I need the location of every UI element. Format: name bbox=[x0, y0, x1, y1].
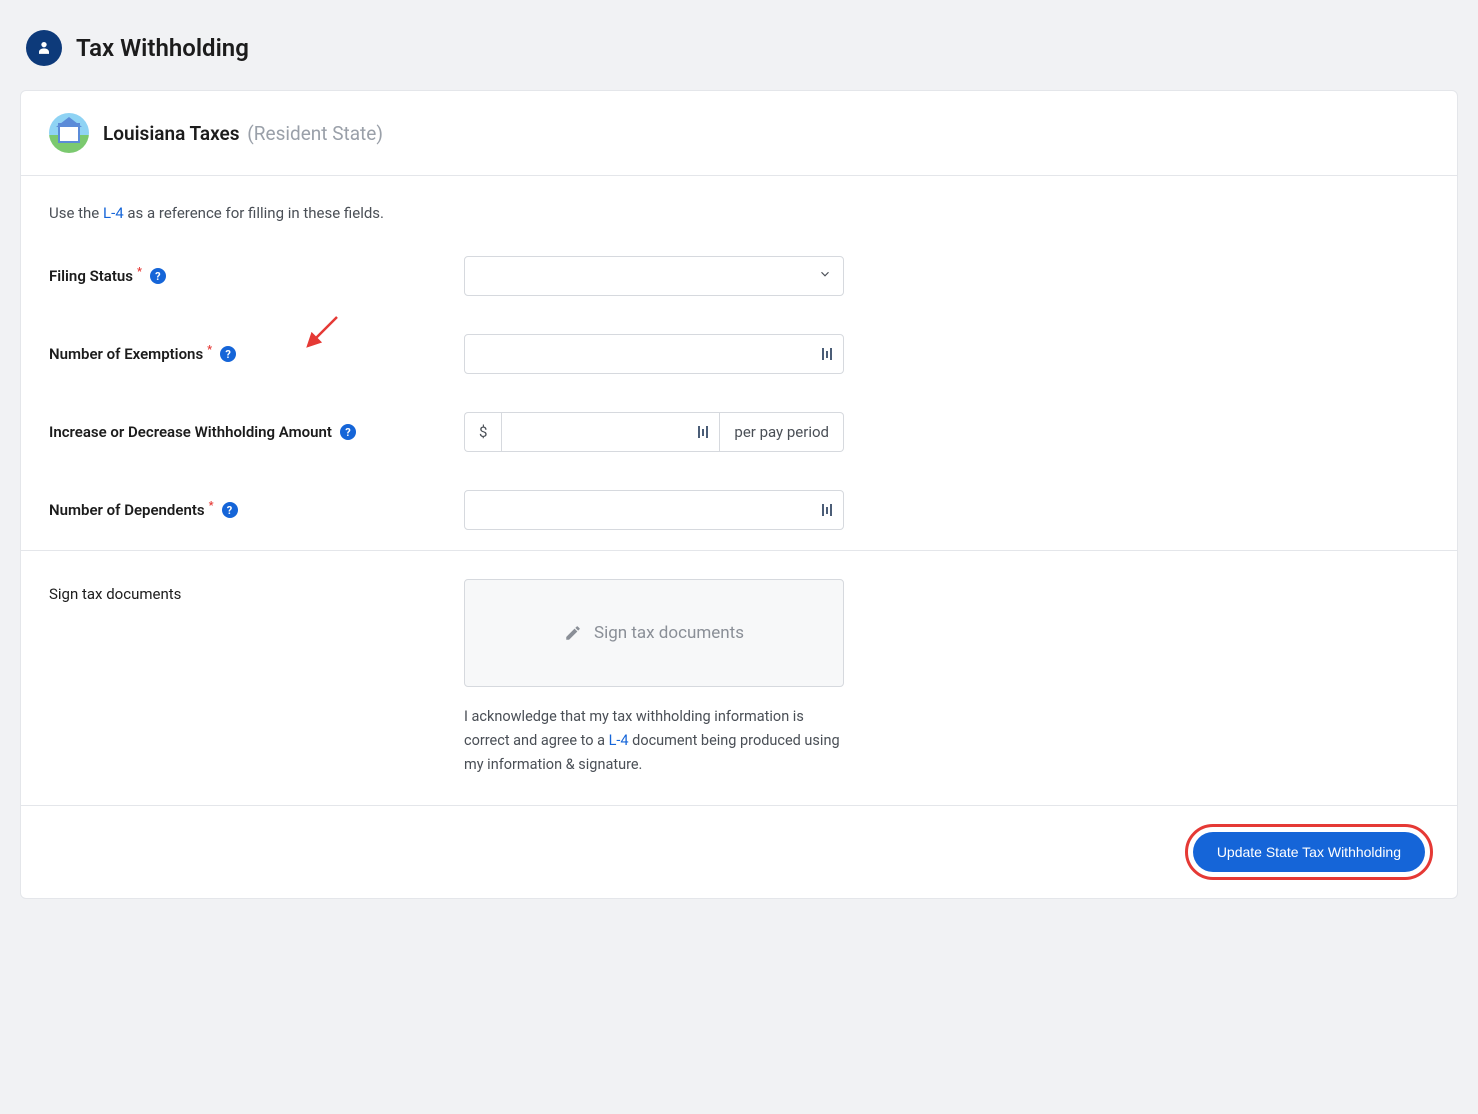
highlight-annotation: Update State Tax Withholding bbox=[1185, 824, 1433, 880]
currency-prefix: $ bbox=[464, 412, 501, 452]
password-manager-icon bbox=[822, 504, 832, 516]
card-header-text: Louisiana Taxes (Resident State) bbox=[103, 122, 383, 145]
update-state-tax-button[interactable]: Update State Tax Withholding bbox=[1193, 832, 1425, 872]
pencil-icon bbox=[564, 624, 582, 642]
l4-ack-link[interactable]: L-4 bbox=[609, 732, 629, 749]
sign-documents-label: Sign tax documents bbox=[49, 579, 464, 603]
required-indicator: * bbox=[137, 265, 142, 278]
help-icon[interactable]: ? bbox=[222, 502, 238, 518]
helper-text: Use the L-4 as a reference for filling i… bbox=[49, 204, 1429, 222]
help-icon[interactable]: ? bbox=[150, 268, 166, 284]
card-footer: Update State Tax Withholding bbox=[21, 805, 1457, 898]
acknowledgment-text: I acknowledge that my tax withholding in… bbox=[464, 705, 844, 777]
section-subtitle: (Resident State) bbox=[247, 122, 383, 145]
adjust-label-text: Increase or Decrease Withholding Amount bbox=[49, 423, 332, 441]
state-tax-card: Louisiana Taxes (Resident State) Use the… bbox=[20, 90, 1458, 899]
sign-documents-row: Sign tax documents Sign tax documents I … bbox=[49, 579, 1429, 777]
page-header: Tax Withholding bbox=[20, 20, 1458, 90]
dependents-row: Number of Dependents * ? bbox=[49, 490, 1429, 530]
house-state-icon bbox=[49, 113, 89, 153]
exemptions-input[interactable] bbox=[464, 334, 844, 374]
adjust-withholding-label: Increase or Decrease Withholding Amount … bbox=[49, 423, 464, 441]
password-manager-icon bbox=[698, 426, 708, 438]
adjust-withholding-input[interactable] bbox=[501, 412, 720, 452]
helper-suffix: as a reference for filling in these fiel… bbox=[124, 204, 384, 222]
dependents-label: Number of Dependents * ? bbox=[49, 501, 464, 519]
card-header: Louisiana Taxes (Resident State) bbox=[21, 91, 1457, 176]
sign-placeholder: Sign tax documents bbox=[594, 623, 744, 643]
helper-prefix: Use the bbox=[49, 204, 103, 222]
page-title: Tax Withholding bbox=[76, 34, 249, 62]
l4-reference-link[interactable]: L-4 bbox=[103, 204, 124, 222]
exemptions-label: Number of Exemptions * ? bbox=[49, 345, 464, 363]
exemptions-row: Number of Exemptions * ? bbox=[49, 334, 1429, 374]
period-suffix: per pay period bbox=[720, 412, 844, 452]
sign-documents-box[interactable]: Sign tax documents bbox=[464, 579, 844, 687]
help-icon[interactable]: ? bbox=[340, 424, 356, 440]
filing-status-select[interactable] bbox=[464, 256, 844, 296]
section-title: Louisiana Taxes bbox=[103, 122, 240, 145]
password-manager-icon bbox=[822, 348, 832, 360]
help-icon[interactable]: ? bbox=[220, 346, 236, 362]
required-indicator: * bbox=[209, 499, 214, 512]
exemptions-label-text: Number of Exemptions bbox=[49, 345, 203, 363]
dependents-label-text: Number of Dependents bbox=[49, 501, 205, 519]
user-circle-icon bbox=[26, 30, 62, 66]
divider bbox=[21, 550, 1457, 551]
filing-status-label-text: Filing Status bbox=[49, 267, 133, 285]
card-body: Use the L-4 as a reference for filling i… bbox=[21, 176, 1457, 805]
filing-status-label: Filing Status * ? bbox=[49, 267, 464, 285]
filing-status-row: Filing Status * ? bbox=[49, 256, 1429, 296]
required-indicator: * bbox=[207, 343, 212, 356]
dependents-input[interactable] bbox=[464, 490, 844, 530]
adjust-withholding-row: Increase or Decrease Withholding Amount … bbox=[49, 412, 1429, 452]
